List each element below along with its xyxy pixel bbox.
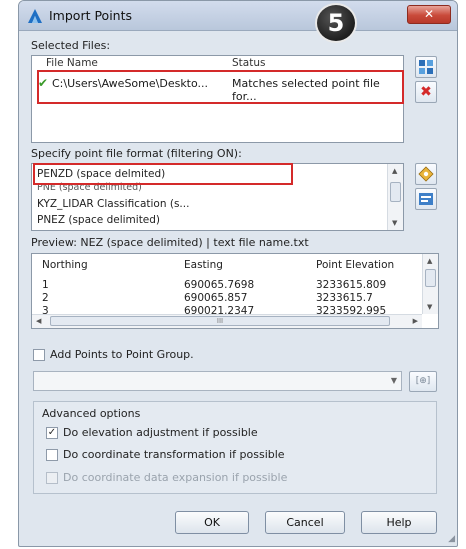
selected-files-list[interactable]: File Name Status ✔ C:\Users\AweSome\Desk…: [31, 55, 404, 143]
advanced-options-group: Advanced options ✓ Do elevation adjustme…: [33, 401, 437, 494]
coordinate-expansion-label: Do coordinate data expansion if possible: [63, 471, 288, 484]
preview-cell: 1: [42, 279, 49, 291]
add-to-point-group-label: Add Points to Point Group.: [50, 348, 194, 361]
preview-vscroll-thumb[interactable]: [425, 269, 436, 287]
remove-file-button[interactable]: ✖: [415, 81, 437, 103]
column-status[interactable]: Status: [232, 57, 265, 69]
ok-button[interactable]: OK: [175, 511, 249, 534]
format-item-pne[interactable]: PNE (space delimited): [37, 182, 142, 193]
help-button[interactable]: Help: [361, 511, 437, 534]
cancel-button[interactable]: Cancel: [265, 511, 345, 534]
resize-grip-icon[interactable]: ◢: [448, 534, 455, 544]
format-item-penzd[interactable]: PENZD (space delmited): [37, 168, 165, 180]
preview-cell: 690065.7698: [184, 279, 255, 291]
file-name-cell: C:\Users\AweSome\Deskto...: [52, 77, 209, 90]
new-format-button[interactable]: [415, 188, 437, 210]
scroll-right-arrow-icon[interactable]: ▶: [413, 317, 418, 325]
green-check-icon: ✔: [38, 76, 49, 90]
new-format-icon: [419, 193, 433, 205]
scroll-up-arrow-icon[interactable]: ▲: [427, 257, 432, 265]
preview-label: Preview: NEZ (space delimited) | text fi…: [31, 236, 309, 249]
preview-cell: 3233615.7: [316, 292, 373, 304]
file-row[interactable]: ✔ C:\Users\AweSome\Deskto... Matches sel…: [32, 74, 403, 103]
preview-col-northing: Northing: [42, 259, 88, 271]
remove-x-icon: ✖: [420, 84, 432, 100]
point-format-list[interactable]: PENZD (space delmited) PNE (space delimi…: [31, 163, 404, 231]
scroll-up-arrow-icon[interactable]: ▲: [392, 167, 397, 175]
selected-files-label: Selected Files:: [31, 39, 111, 52]
format-item-pnez[interactable]: PNEZ (space delimited): [37, 214, 160, 226]
scroll-left-arrow-icon[interactable]: ◀: [36, 317, 41, 325]
preview-col-easting: Easting: [184, 259, 223, 271]
preview-cell: 2: [42, 292, 49, 304]
column-file-name[interactable]: File Name: [46, 57, 98, 69]
elevation-adjustment-label: Do elevation adjustment if possible: [63, 426, 258, 439]
preview-horizontal-scrollbar[interactable]: ◀ III ▶: [32, 314, 422, 328]
preview-col-point-elevation: Point Elevation: [316, 259, 395, 271]
coordinate-transformation-checkbox[interactable]: [46, 449, 58, 461]
preview-cell: 690065.857: [184, 292, 248, 304]
window-title: Import Points: [49, 8, 133, 23]
scroll-down-arrow-icon[interactable]: ▼: [427, 303, 432, 311]
advanced-options-label: Advanced options: [42, 407, 141, 420]
preview-vertical-scrollbar[interactable]: ▲ ▼: [422, 254, 438, 314]
coordinate-expansion-checkbox: [46, 472, 58, 484]
chevron-down-icon: ▼: [390, 376, 397, 385]
preview-cell: 3233615.809: [316, 279, 387, 291]
file-status-cell: Matches selected point file for...: [232, 77, 380, 103]
format-manager-icon: [418, 166, 434, 182]
files-list-header: File Name Status: [32, 56, 403, 72]
step-number-badge: 5: [315, 3, 357, 43]
elevation-adjustment-checkbox[interactable]: ✓: [46, 427, 58, 439]
format-list-scrollbar[interactable]: ▲ ▼: [387, 164, 403, 230]
title-bar: Import Points ✕: [19, 1, 457, 31]
add-to-point-group-checkbox[interactable]: [33, 349, 45, 361]
civil3d-a-icon: [28, 9, 42, 23]
close-button[interactable]: ✕: [407, 5, 451, 24]
add-files-icon: [419, 60, 433, 74]
scroll-down-arrow-icon[interactable]: ▼: [392, 219, 397, 227]
import-points-dialog: Import Points ✕ 5 Selected Files: File N…: [18, 0, 458, 547]
preview-hscroll-thumb[interactable]: III: [50, 316, 390, 326]
preview-table[interactable]: Northing Easting Point Elevation 1 69006…: [31, 253, 439, 329]
format-label: Specify point file format (filtering ON)…: [31, 147, 242, 160]
format-scroll-thumb[interactable]: [390, 182, 401, 202]
add-files-button[interactable]: [415, 56, 437, 78]
manage-formats-button[interactable]: [415, 163, 437, 185]
format-item-kyz-lidar[interactable]: KYZ_LIDAR Classification (s...: [37, 198, 189, 210]
create-point-group-button[interactable]: [⊕]: [409, 371, 437, 392]
coordinate-transformation-label: Do coordinate transformation if possible: [63, 448, 285, 461]
point-group-dropdown[interactable]: ▼: [33, 371, 402, 391]
